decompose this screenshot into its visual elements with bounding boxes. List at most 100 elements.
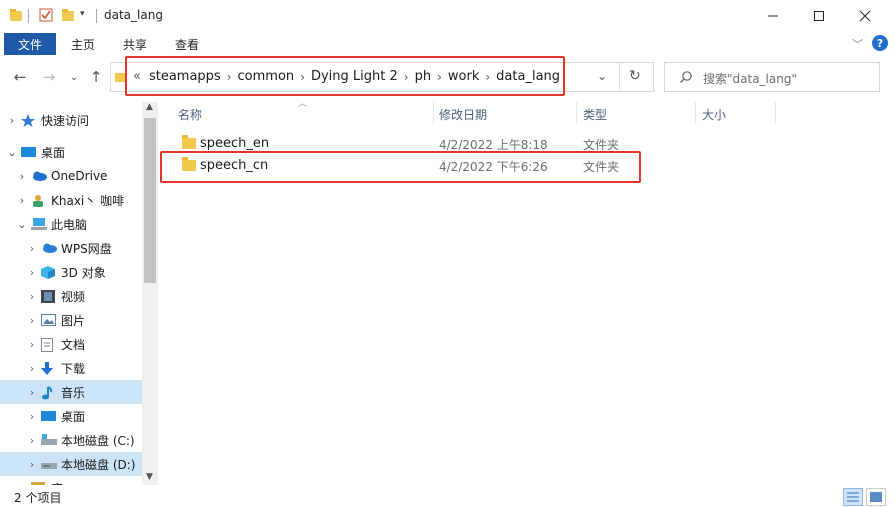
library-icon	[31, 481, 47, 485]
nav-item-this-pc[interactable]: ⌄ 此电脑	[0, 212, 142, 236]
nav-item-videos[interactable]: › 视频	[0, 284, 142, 308]
help-button[interactable]: ?	[872, 35, 888, 51]
new-folder-icon[interactable]	[61, 8, 75, 22]
status-item-count: 2 个项目	[14, 491, 62, 505]
nav-label: 此电脑	[51, 217, 88, 232]
large-icons-view-button[interactable]	[866, 488, 886, 506]
video-icon	[41, 289, 57, 303]
chevron-right-icon[interactable]: ›	[16, 194, 28, 207]
nav-label: 音乐	[61, 385, 86, 400]
star-icon	[21, 113, 37, 127]
sort-indicator-icon: ︿	[298, 99, 308, 109]
properties-icon[interactable]	[39, 8, 53, 22]
arrow-up-icon: ↑	[89, 68, 103, 86]
nav-label: 3D 对象	[61, 265, 106, 280]
chevron-right-icon[interactable]: ›	[26, 410, 38, 423]
cloud-icon	[41, 242, 57, 255]
nav-item-library[interactable]: › 库	[0, 476, 142, 485]
chevron-right-icon[interactable]: ›	[16, 482, 28, 486]
file-explorer-window: ▾ data_lang 文件 主页 共享 查看 ﹀ ? ← → ⌄ ↑ « st…	[0, 0, 895, 507]
row-highlight-box	[160, 151, 641, 183]
computer-icon	[31, 217, 47, 231]
drive-icon	[41, 458, 57, 471]
scroll-down-icon[interactable]: ▼	[146, 472, 153, 482]
chevron-right-icon[interactable]: ›	[26, 362, 38, 375]
chevron-down-icon[interactable]: ⌄	[16, 218, 28, 231]
chevron-right-icon[interactable]: ›	[26, 458, 38, 471]
nav-item-desktop[interactable]: ⌄ 桌面	[0, 140, 142, 164]
nav-label: 下载	[61, 361, 86, 376]
nav-label: 库	[51, 480, 63, 486]
file-name[interactable]: speech_en	[200, 136, 269, 151]
details-view-button[interactable]	[843, 488, 863, 506]
address-history-dropdown[interactable]: ⌄	[597, 69, 607, 83]
column-divider[interactable]	[576, 102, 577, 124]
up-button[interactable]: ↑	[86, 66, 106, 88]
scrollbar-thumb[interactable]	[144, 118, 156, 283]
scroll-up-icon[interactable]: ▲	[146, 102, 153, 112]
chevron-right-icon[interactable]: ›	[6, 114, 18, 127]
chevron-right-icon[interactable]: ›	[26, 338, 38, 351]
column-divider[interactable]	[775, 102, 776, 124]
nav-label: 图片	[61, 313, 86, 328]
nav-item-user[interactable]: › Khaxi丶 咖啡	[0, 188, 142, 212]
nav-item-desktop-2[interactable]: › 桌面	[0, 404, 142, 428]
nav-item-downloads[interactable]: › 下载	[0, 356, 142, 380]
chevron-right-icon[interactable]: ›	[26, 242, 38, 255]
search-placeholder[interactable]: 搜索"data_lang"	[703, 70, 797, 87]
nav-label: OneDrive	[51, 169, 108, 183]
title-divider	[96, 9, 97, 23]
chevron-right-icon[interactable]: ›	[16, 170, 28, 183]
forward-button[interactable]: →	[39, 66, 59, 88]
title-divider	[28, 9, 29, 23]
chevron-right-icon[interactable]: ›	[26, 266, 38, 279]
nav-item-drive-d[interactable]: › 本地磁盘 (D:)	[0, 452, 142, 476]
chevron-down-icon[interactable]: ⌄	[6, 146, 18, 159]
quick-access-dropdown-icon[interactable]: ▾	[80, 9, 85, 19]
chevron-right-icon[interactable]: ›	[26, 434, 38, 447]
nav-item-onedrive[interactable]: › OneDrive	[0, 164, 142, 188]
nav-item-wps[interactable]: › WPS网盘	[0, 236, 142, 260]
chevron-right-icon[interactable]: ›	[26, 386, 38, 399]
details-view-icon	[847, 492, 859, 502]
nav-item-music[interactable]: › 音乐	[0, 380, 142, 404]
nav-label: 视频	[61, 289, 86, 304]
recent-locations-button[interactable]: ⌄	[64, 66, 84, 88]
back-button[interactable]: ←	[10, 66, 30, 88]
minimize-icon	[768, 15, 778, 17]
user-icon	[31, 194, 47, 207]
desktop-icon	[21, 146, 37, 159]
refresh-icon[interactable]: ↻	[629, 68, 641, 84]
column-name[interactable]: 名称	[178, 106, 202, 123]
tab-view[interactable]: 查看	[175, 36, 199, 53]
tab-home[interactable]: 主页	[71, 36, 95, 53]
title-bar: ▾ data_lang	[0, 0, 895, 32]
column-type[interactable]: 类型	[583, 106, 607, 123]
nav-label: 本地磁盘 (D:)	[61, 457, 136, 472]
close-button[interactable]	[842, 0, 888, 32]
chevron-down-icon[interactable]: ﹀	[852, 36, 863, 52]
picture-icon	[41, 313, 57, 327]
nav-item-drive-c[interactable]: › 本地磁盘 (C:)	[0, 428, 142, 452]
nav-label: WPS网盘	[61, 241, 112, 256]
column-divider[interactable]	[433, 102, 434, 124]
folder-icon	[9, 8, 23, 22]
column-date[interactable]: 修改日期	[439, 106, 487, 123]
column-divider[interactable]	[695, 102, 696, 124]
nav-item-documents[interactable]: › 文档	[0, 332, 142, 356]
column-size[interactable]: 大小	[702, 106, 726, 123]
chevron-right-icon[interactable]: ›	[26, 314, 38, 327]
nav-item-quick-access[interactable]: › 快速访问	[0, 108, 142, 132]
nav-item-pictures[interactable]: › 图片	[0, 308, 142, 332]
nav-item-3d-objects[interactable]: › 3D 对象	[0, 260, 142, 284]
minimize-button[interactable]	[750, 0, 796, 32]
drive-icon	[41, 433, 57, 447]
column-header: ︿ 名称 修改日期 类型 大小	[160, 99, 895, 124]
tab-file[interactable]: 文件	[4, 33, 56, 55]
search-box[interactable]: 搜索"data_lang"	[664, 62, 880, 92]
folder-icon	[182, 135, 196, 149]
chevron-right-icon[interactable]: ›	[26, 290, 38, 303]
music-icon	[41, 385, 57, 399]
maximize-button[interactable]	[796, 0, 842, 32]
tab-share[interactable]: 共享	[123, 36, 147, 53]
